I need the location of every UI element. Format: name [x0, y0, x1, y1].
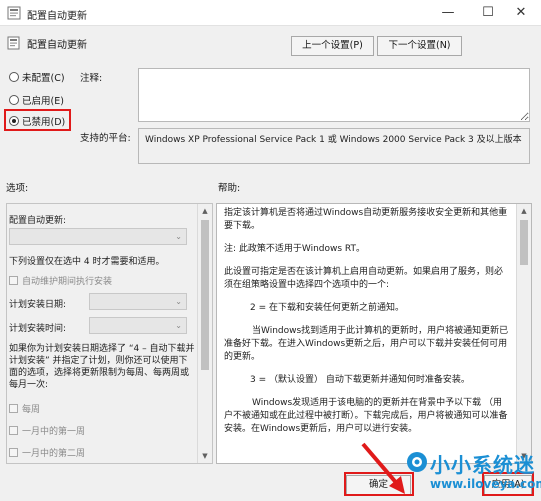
every-week-checkbox[interactable]: 每周	[9, 402, 40, 415]
first-week-label: 一月中的第一周	[22, 427, 86, 437]
next-setting-button[interactable]: 下一个设置(N)	[377, 36, 462, 56]
setting-icon	[7, 36, 20, 50]
second-week-label: 一月中的第二周	[22, 449, 86, 459]
every-week-label: 每周	[22, 405, 41, 415]
policy-icon	[7, 6, 21, 20]
supported-platform-field: Windows XP Professional Service Pack 1 或…	[138, 128, 530, 164]
watermark-url: www.iloveya.com	[430, 477, 541, 491]
help-label: 帮助:	[218, 183, 241, 194]
scroll-down-icon[interactable]: ▼	[198, 449, 212, 463]
window-title: 配置自动更新	[27, 11, 87, 22]
highlight-box-disabled	[4, 109, 71, 131]
maintenance-install-label: 自动维护期间执行安装	[22, 277, 113, 287]
second-week-checkbox[interactable]: 一月中的第二周	[9, 446, 85, 459]
help-scrollbar[interactable]: ▲ ▼	[516, 204, 531, 463]
first-week-checkbox[interactable]: 一月中的第一周	[9, 424, 85, 437]
radio-circle[interactable]	[9, 95, 19, 105]
checkbox-box[interactable]	[9, 426, 18, 435]
options-pane: 配置自动更新: ⌄ 下列设置仅在选中 4 时才需要和适用。 自动维护期间执行安装…	[6, 203, 213, 464]
minimize-button[interactable]: —	[428, 0, 468, 26]
chevron-down-icon: ⌄	[175, 232, 182, 241]
comment-label: 注释:	[80, 73, 103, 84]
apply-note: 下列设置仅在选中 4 时才需要和适用。	[9, 257, 165, 267]
platform-label: 支持的平台:	[80, 133, 131, 144]
help-paragraph: 当Windows找到适用于此计算机的更新时，用户将被通知更新已准备好下载。在进入…	[224, 326, 509, 362]
chevron-down-icon: ⌄	[175, 297, 182, 306]
scrollbar-thumb[interactable]	[201, 220, 209, 370]
options-scrollbar[interactable]: ▲ ▼	[197, 204, 212, 463]
close-button[interactable]: ✕	[501, 0, 541, 26]
scroll-up-icon[interactable]: ▲	[517, 204, 531, 218]
watermark: 小小系统迷 www.iloveya.com	[404, 447, 541, 499]
help-paragraph: 此设置可指定是否在该计算机上启用自动更新。如果启用了服务，则必须在组策略设置中选…	[224, 267, 504, 290]
checkbox-box[interactable]	[9, 448, 18, 457]
help-paragraph: Windows发现适用于该电脑的的更新并在背景中予以下载 （用户不被通知或在此过…	[224, 398, 508, 434]
help-paragraph: 2 = 在下载和安装任何更新之前通知。	[250, 303, 404, 313]
schedule-time-label: 计划安装时间:	[9, 324, 67, 334]
schedule-description: 如果你为计划安装日期选择了 “4 – 自动下载并计划安装” 并指定了计划，则你还…	[9, 344, 195, 390]
options-label: 选项:	[6, 183, 29, 194]
help-text: 指定该计算机是否将通过Windows自动更新服务接收安全更新和其他重要下载。 注…	[224, 207, 510, 446]
chevron-down-icon: ⌄	[175, 321, 182, 330]
checkbox-box[interactable]	[9, 404, 18, 413]
previous-setting-button[interactable]: 上一个设置(P)	[291, 36, 374, 56]
schedule-day-label: 计划安装日期:	[9, 300, 67, 310]
scrollbar-thumb[interactable]	[520, 220, 528, 265]
comment-textarea[interactable]	[138, 68, 530, 122]
radio-enabled[interactable]: 已启用(E)	[9, 92, 64, 108]
help-pane: 指定该计算机是否将通过Windows自动更新服务接收安全更新和其他重要下载。 注…	[216, 203, 532, 464]
window-titlebar: 配置自动更新 — ☐ ✕	[0, 0, 541, 26]
setting-title: 配置自动更新	[27, 40, 87, 51]
schedule-time-dropdown[interactable]: ⌄	[89, 317, 187, 334]
checkbox-box[interactable]	[9, 276, 18, 285]
configure-updates-label: 配置自动更新:	[9, 216, 67, 226]
scroll-up-icon[interactable]: ▲	[198, 204, 212, 218]
help-paragraph: 注: 此政策不适用于Windows RT。	[224, 244, 366, 254]
radio-label-not-configured: 未配置(C)	[22, 73, 65, 84]
watermark-brand: 小小系统迷	[430, 453, 535, 477]
help-paragraph: 指定该计算机是否将通过Windows自动更新服务接收安全更新和其他重要下载。	[224, 208, 508, 231]
configure-updates-dropdown[interactable]: ⌄	[9, 228, 187, 245]
radio-not-configured[interactable]: 未配置(C)	[9, 69, 65, 85]
radio-label-enabled: 已启用(E)	[22, 96, 64, 107]
watermark-logo-icon	[407, 452, 427, 472]
help-paragraph: 3 = （默认设置） 自动下载更新并通知何时准备安装。	[250, 375, 470, 385]
radio-circle[interactable]	[9, 72, 19, 82]
schedule-day-dropdown[interactable]: ⌄	[89, 293, 187, 310]
maintenance-install-checkbox[interactable]: 自动维护期间执行安装	[9, 274, 112, 287]
